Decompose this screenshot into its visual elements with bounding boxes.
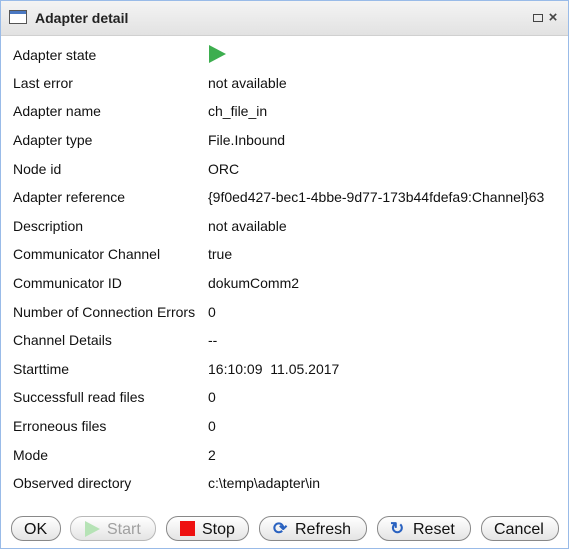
reset-icon: ↻	[390, 519, 405, 538]
adapter-detail-dialog: Adapter detail × Adapter state Last erro…	[0, 0, 569, 549]
refresh-button[interactable]: ⟳ Refresh	[259, 516, 367, 541]
detail-value: 0	[208, 389, 216, 405]
detail-value: --	[208, 332, 218, 348]
detail-row-last-error: Last error not available	[13, 75, 563, 97]
detail-label: Erroneous files	[13, 418, 107, 434]
cancel-button[interactable]: Cancel	[481, 516, 559, 541]
stop-icon	[180, 521, 195, 536]
ok-button[interactable]: OK	[11, 516, 61, 541]
detail-row-adapter-reference: Adapter reference {9f0ed427-bec1-4bbe-9d…	[13, 189, 563, 211]
detail-label: Adapter name	[13, 103, 101, 119]
detail-value: ch_file_in	[208, 103, 268, 119]
start-button-label: Start	[107, 521, 141, 538]
detail-value: 16:10:09 11.05.2017	[208, 361, 340, 377]
close-icon[interactable]: ×	[546, 10, 560, 25]
detail-label: Adapter state	[13, 47, 97, 63]
detail-row-erroneous-files: Erroneous files 0	[13, 418, 563, 440]
detail-row-communicator-channel: Communicator Channel true	[13, 246, 563, 268]
stop-button-label: Stop	[202, 521, 235, 538]
detail-label: Successfull read files	[13, 389, 145, 405]
detail-value: {9f0ed427-bec1-4bbe-9d77-173b44fdefa9:Ch…	[208, 189, 545, 205]
detail-row-adapter-state: Adapter state	[13, 45, 563, 69]
detail-value: 0	[208, 418, 216, 434]
detail-label: Description	[13, 218, 84, 234]
refresh-icon: ⟳	[273, 519, 288, 538]
reset-button-label: Reset	[413, 521, 455, 538]
detail-row-communicator-id: Communicator ID dokumComm2	[13, 275, 563, 297]
start-button[interactable]: Start	[70, 516, 156, 541]
refresh-button-label: Refresh	[295, 521, 352, 538]
minimize-icon[interactable]	[531, 11, 545, 25]
detail-label: Mode	[13, 447, 49, 463]
detail-row-adapter-name: Adapter name ch_file_in	[13, 103, 563, 125]
detail-label: Number of Connection Errors	[13, 304, 196, 320]
detail-label: Communicator Channel	[13, 246, 161, 262]
detail-value: 0	[208, 304, 216, 320]
cancel-button-label: Cancel	[494, 521, 544, 538]
detail-label: Communicator ID	[13, 275, 122, 291]
detail-value: ORC	[208, 161, 240, 177]
detail-row-observed-directory: Observed directory c:\temp\adapter\in	[13, 475, 563, 497]
detail-label: Last error	[13, 75, 73, 91]
detail-label: Adapter type	[13, 132, 93, 148]
detail-value: c:\temp\adapter\in	[208, 475, 321, 491]
button-bar: OK Start Stop ⟳ Refresh ↻ Reset Cancel	[1, 513, 569, 547]
ok-button-label: OK	[24, 521, 48, 538]
reset-button[interactable]: ↻ Reset	[377, 516, 471, 541]
play-icon	[85, 521, 100, 537]
window-icon	[9, 10, 27, 24]
detail-row-read-files: Successfull read files 0	[13, 389, 563, 411]
play-icon	[209, 45, 226, 63]
detail-value: 2	[208, 447, 216, 463]
detail-value: File.Inbound	[208, 132, 286, 148]
detail-value: true	[208, 246, 233, 262]
detail-value: dokumComm2	[208, 275, 300, 291]
detail-value: not available	[208, 75, 287, 91]
detail-label: Starttime	[13, 361, 70, 377]
detail-row-description: Description not available	[13, 218, 563, 240]
detail-row-channel-details: Channel Details --	[13, 332, 563, 354]
detail-label: Node id	[13, 161, 62, 177]
detail-row-mode: Mode 2	[13, 447, 563, 469]
dialog-title: Adapter detail	[35, 10, 129, 26]
title-bar[interactable]: Adapter detail ×	[1, 1, 568, 36]
detail-row-starttime: Starttime 16:10:09 11.05.2017	[13, 361, 563, 383]
detail-row-connection-errors: Number of Connection Errors 0	[13, 304, 563, 326]
detail-label: Adapter reference	[13, 189, 126, 205]
detail-row-node-id: Node id ORC	[13, 161, 563, 183]
detail-row-adapter-type: Adapter type File.Inbound	[13, 132, 563, 154]
detail-label: Channel Details	[13, 332, 112, 348]
stop-button[interactable]: Stop	[166, 516, 249, 541]
detail-label: Observed directory	[13, 475, 132, 491]
detail-value: not available	[208, 218, 287, 234]
